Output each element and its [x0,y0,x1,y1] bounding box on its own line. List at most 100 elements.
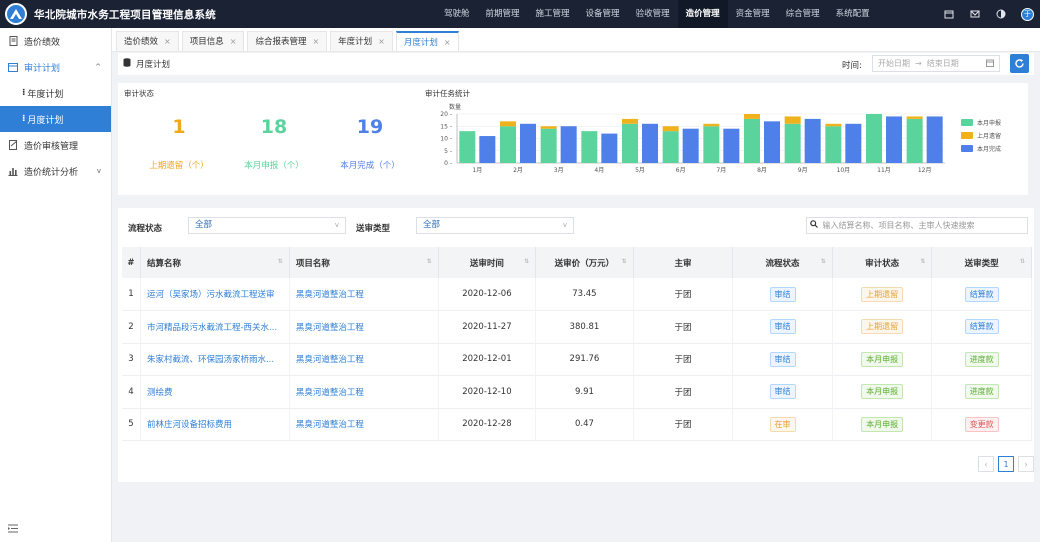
bar-carryover [825,123,842,127]
row-index: 4 [122,375,141,409]
topnav-item-equipment[interactable]: 设备管理 [578,0,628,28]
tab-monthly-plan[interactable]: 月度计划 × [395,31,459,51]
project-name-link[interactable]: 黑臭河道整治工程 [289,408,439,441]
y-tick-label: 10 - [440,136,452,143]
review-type-select[interactable]: 全部 v [416,217,574,234]
avatar[interactable]: 于 [1021,7,1034,21]
topnav-item-funds[interactable]: 资金管理 [728,0,778,28]
close-icon[interactable]: × [230,37,237,46]
auditor: 于团 [633,278,734,311]
bar-declared [703,126,720,163]
page-title: 月度计划 [123,58,170,70]
sidebar-item-label: 月度计划 [27,115,64,126]
col-settlement-name[interactable]: 结算名称 ⇅ [140,247,290,278]
page-button[interactable]: 1 [998,456,1014,472]
col-project-name[interactable]: 项目名称 ⇅ [289,247,439,278]
sidebar-item-cost-stats[interactable]: 造价统计分析 v [0,158,111,184]
theme-icon[interactable] [995,8,1007,20]
review-type-badge: 结算款 [964,319,999,335]
tab-annual-plan[interactable]: 年度计划 × [330,31,393,51]
y-tick-label: 20 - [440,111,452,118]
sidebar-item-monthly-plan[interactable]: ⁝ 月度计划 [0,106,111,132]
bar-declared [784,123,801,163]
topnav-item-acceptance[interactable]: 验收管理 [628,0,678,28]
audit-status-badge: 上期遗留 [861,319,904,335]
sidebar: 造价绩效 审计计划 ^ ⁝ 年度计划 ⁝ 月度计划 造价审核管理 造价统计分析 … [0,28,112,542]
settlement-name-link[interactable]: 运河（吴家场）污水截流工程送审 [140,278,290,311]
project-name-link[interactable]: 黑臭河道整治工程 [289,375,439,409]
mail-icon[interactable] [969,8,981,20]
close-icon[interactable]: × [312,37,319,46]
close-icon[interactable]: × [378,37,385,46]
topnav-item-cockpit[interactable]: 驾驶舱 [436,0,478,28]
review-price: 9.91 [535,375,634,409]
settlement-name-link[interactable]: 市河精品段污水截流工程-西关水... [140,310,290,344]
bullet-icon: ⁝ [22,88,26,98]
project-name-link[interactable]: 黑臭河道整治工程 [289,343,439,376]
x-tick-label: 1月 [472,167,482,174]
sort-icon: ⇅ [524,258,530,265]
settlement-name-link[interactable]: 朱家村截流、环保园汤家桥雨水... [140,343,290,376]
tab-cost-performance[interactable]: 造价绩效 × [116,31,179,51]
col-review-type[interactable]: 送审类型 ⇅ [931,247,1032,278]
review-type-badge: 进度款 [964,384,999,400]
bar-carryover [540,126,557,129]
date-range-picker[interactable]: 开始日期 → 结束日期 [872,55,1000,72]
page-header: 月度计划 时间: 开始日期 → 结束日期 [118,53,1034,75]
project-name-link[interactable]: 黑臭河道整治工程 [289,278,439,311]
review-type-cell: 变更款 [931,408,1032,441]
window-icon[interactable] [943,8,955,20]
y-tick-label: 0 - [444,160,452,167]
topnav-item-settings[interactable]: 系统配置 [828,0,878,28]
row-index: 3 [122,343,141,376]
search-input[interactable]: 输入结算名称、项目名称、主审人快速搜索 [806,217,1028,234]
close-icon[interactable]: × [444,38,451,47]
table-row[interactable]: 1 运河（吴家场）污水截流工程送审 黑臭河道整治工程 2020-12-06 73.45 于… [122,278,1032,311]
tab-project-info[interactable]: 项目信息 × [181,31,245,51]
col-flow-status[interactable]: 流程状态 ⇅ [732,247,833,278]
table-header-row: # 结算名称 ⇅ 项目名称 ⇅ 送审时间 ⇅ 送审价（万元） ⇅ 主审 流程状态 ⇅ 审计… [122,247,1032,278]
next-page-button[interactable]: › [1018,456,1034,472]
settlement-name-link[interactable]: 测绘费 [140,375,290,409]
bar-carryover [662,126,679,132]
project-name-link[interactable]: 黑臭河道整治工程 [289,310,439,344]
stat-completed-value: 19 [356,116,384,138]
prev-page-button[interactable]: ‹ [978,456,994,472]
sidebar-item-label: 审计计划 [24,63,61,74]
refresh-button[interactable] [1010,54,1029,73]
topnav-item-cost[interactable]: 造价管理 [677,0,728,28]
bar-carryover [744,114,760,119]
flow-status-select[interactable]: 全部 v [188,217,346,234]
bar-carryover [906,116,923,119]
audit-status-cell: 上期遗留 [832,278,933,311]
col-review-date[interactable]: 送审时间 ⇅ [438,247,537,278]
y-tick-label: 5 - [444,148,452,155]
settlement-name-link[interactable]: 前林庄河设备招标费用 [140,408,290,441]
legend-swatch [961,132,973,139]
tab-reports[interactable]: 综合报表管理 × [247,31,328,51]
top-icons: 于 [943,0,1034,28]
y-axis-label: 数量 [449,103,461,111]
topnav-item-general[interactable]: 综合管理 [778,0,828,28]
sidebar-item-audit-plan[interactable]: 审计计划 ^ [0,54,111,80]
table-row[interactable]: 5 前林庄河设备招标费用 黑臭河道整治工程 2020-12-28 0.47 于团 在审 本月申… [122,408,1032,441]
col-audit-status[interactable]: 审计状态 ⇅ [832,247,933,278]
close-icon[interactable]: × [164,37,171,46]
flow-status-cell: 审结 [732,278,833,311]
collapse-menu-icon[interactable] [8,524,18,536]
table-row[interactable]: 4 测绘费 黑臭河道整治工程 2020-12-10 9.91 于团 审结 本月申报 进度款 [122,375,1032,409]
sidebar-item-cost-performance[interactable]: 造价绩效 [0,28,111,54]
table-row[interactable]: 3 朱家村截流、环保园汤家桥雨水... 黑臭河道整治工程 2020-12-01 291.… [122,343,1032,376]
stats-panel: 审计状态 1 上期遗留（个） 18 本月申报（个） 19 本月完成（个） 审计任… [118,83,1028,195]
chevron-up-icon: ^ [95,63,101,71]
sidebar-item-annual-plan[interactable]: ⁝ 年度计划 [0,80,111,106]
audit-status-badge: 本月申报 [861,351,904,367]
table-row[interactable]: 2 市河精品段污水截流工程-西关水... 黑臭河道整治工程 2020-11-27 380… [122,310,1032,344]
col-review-price[interactable]: 送审价（万元） ⇅ [535,247,634,278]
audit-status-cell: 上期遗留 [832,310,933,344]
topnav-item-construction[interactable]: 施工管理 [528,0,578,28]
topnav-item-preliminary[interactable]: 前期管理 [478,0,528,28]
sidebar-item-cost-review[interactable]: 造价审核管理 [0,132,111,158]
start-date-input[interactable]: 开始日期 [878,58,910,69]
end-date-input[interactable]: 结束日期 [927,58,959,69]
